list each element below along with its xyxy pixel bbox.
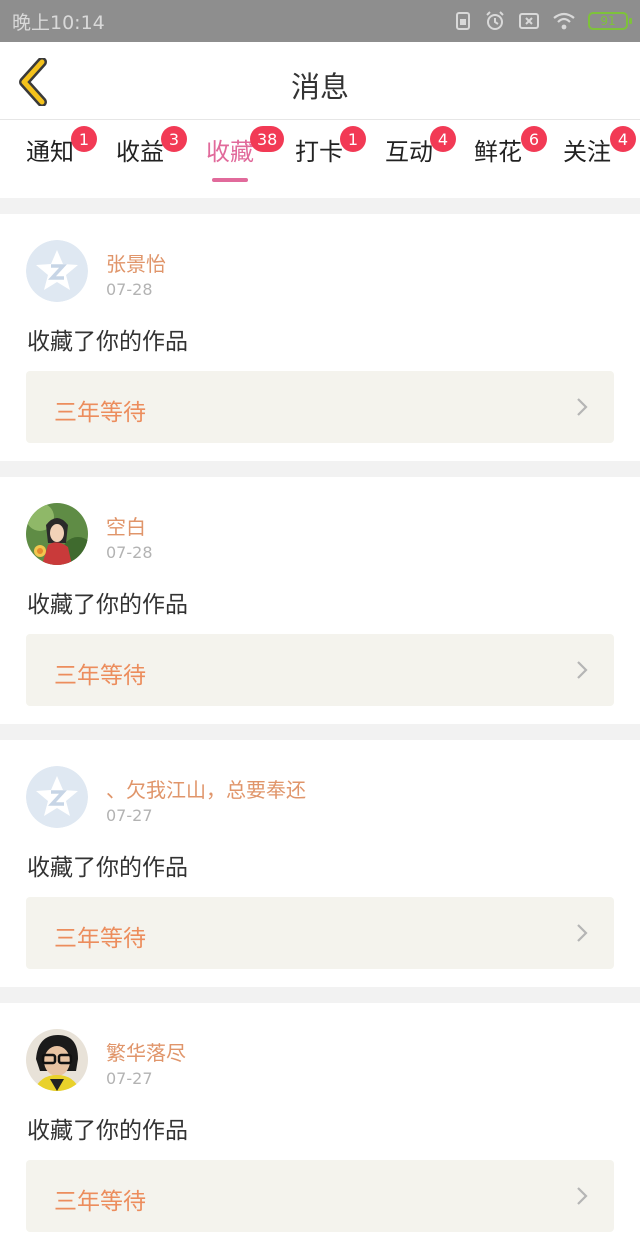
work-link[interactable]: 三年等待: [26, 1160, 614, 1232]
alarm-icon: [486, 11, 504, 30]
tab-interaction[interactable]: 互动 4: [385, 126, 456, 167]
message-feed: 张景怡 07-28 收藏了你的作品 三年等待 空白 07-28 收藏了你的作品 …: [0, 198, 640, 1250]
tab-label: 打卡: [295, 138, 343, 166]
divider: [0, 987, 640, 1003]
timestamp: 07-28: [106, 280, 153, 299]
username[interactable]: 繁华落尽: [106, 1037, 186, 1066]
avatar[interactable]: [26, 1029, 88, 1091]
action-text: 收藏了你的作品: [27, 1118, 188, 1144]
avatar[interactable]: [26, 766, 88, 828]
tab-badge: 4: [610, 126, 636, 152]
tab-badge: 3: [161, 126, 187, 152]
timestamp: 07-27: [106, 806, 153, 825]
tab-flowers[interactable]: 鲜花 6: [474, 126, 547, 167]
tab-label: 互动: [385, 138, 433, 166]
tab-bar: 通知 1 收益 3 收藏 38 打卡 1 互动 4 鲜花 6 关注 4: [0, 120, 640, 198]
tab-badge: 38: [250, 126, 285, 152]
list-item: 空白 07-28 收藏了你的作品 三年等待: [0, 477, 640, 724]
tab-label: 收藏: [206, 138, 254, 166]
work-title: 三年等待: [54, 1189, 146, 1215]
tab-badge: 1: [71, 126, 97, 152]
status-bar: 晚上10:14 91: [0, 0, 640, 42]
action-text: 收藏了你的作品: [27, 592, 188, 618]
action-text: 收藏了你的作品: [27, 855, 188, 881]
timestamp: 07-27: [106, 1069, 153, 1088]
tab-checkin[interactable]: 打卡 1: [295, 126, 366, 167]
work-link[interactable]: 三年等待: [26, 634, 614, 706]
chevron-right-icon: [577, 1187, 588, 1205]
tab-favorites[interactable]: 收藏 38: [206, 126, 285, 182]
work-link[interactable]: 三年等待: [26, 897, 614, 969]
chevron-right-icon: [577, 924, 588, 942]
divider: [0, 461, 640, 477]
wifi-icon: [553, 12, 575, 30]
chevron-right-icon: [577, 398, 588, 416]
tab-notifications[interactable]: 通知 1: [26, 126, 97, 167]
timestamp: 07-28: [106, 543, 153, 562]
divider: [0, 198, 640, 214]
page-title: 消息: [290, 70, 349, 104]
battery-level: 91: [600, 14, 616, 28]
status-icons: 91: [454, 10, 632, 32]
no-sim-icon: [519, 13, 539, 29]
tab-badge: 6: [521, 126, 547, 152]
action-text: 收藏了你的作品: [27, 329, 188, 355]
username[interactable]: 张景怡: [106, 248, 166, 277]
chevron-right-icon: [577, 661, 588, 679]
tab-label: 通知: [26, 138, 74, 166]
tab-follow[interactable]: 关注 4: [563, 126, 636, 167]
tab-earnings[interactable]: 收益 3: [116, 126, 187, 167]
avatar[interactable]: [26, 503, 88, 565]
list-item: 张景怡 07-28 收藏了你的作品 三年等待: [0, 214, 640, 461]
tab-label: 鲜花: [474, 138, 522, 166]
work-title: 三年等待: [54, 926, 146, 952]
work-link[interactable]: 三年等待: [26, 371, 614, 443]
tab-label: 关注: [563, 138, 611, 166]
tab-badge: 1: [340, 126, 366, 152]
list-item: 繁华落尽 07-27 收藏了你的作品 三年等待: [0, 1003, 640, 1250]
list-item: 、欠我江山，总要奉还 07-27 收藏了你的作品 三年等待: [0, 740, 640, 987]
work-title: 三年等待: [54, 663, 146, 689]
status-time: 晚上10:14: [12, 11, 105, 34]
work-title: 三年等待: [54, 400, 146, 426]
tab-underline: [212, 178, 248, 182]
sim-card-icon: [456, 12, 470, 30]
battery-icon: 91: [588, 12, 632, 30]
username[interactable]: 空白: [106, 511, 146, 540]
tab-label: 收益: [116, 138, 164, 166]
divider: [0, 724, 640, 740]
header: 消息: [0, 42, 640, 120]
username[interactable]: 、欠我江山，总要奉还: [106, 774, 306, 803]
avatar[interactable]: [26, 240, 88, 302]
tab-badge: 4: [430, 126, 456, 152]
